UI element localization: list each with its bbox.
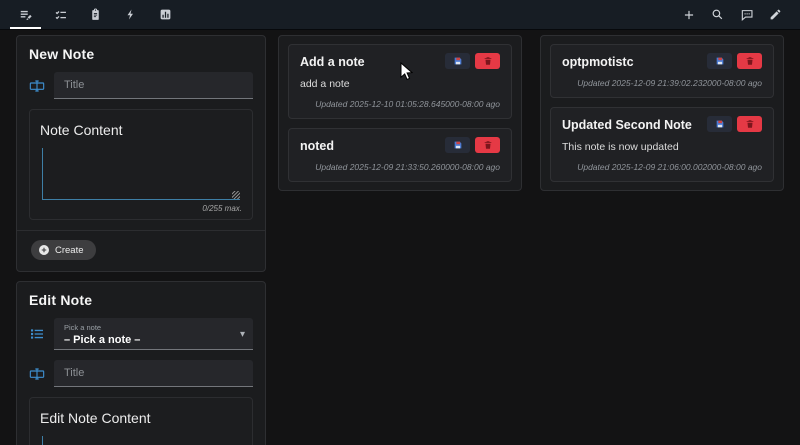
topbar-tabs: [10, 0, 177, 29]
save-icon: [453, 56, 463, 66]
bar-chart-icon: [159, 8, 172, 21]
note-card: noted Updated 2025-12-09 21:33:50.260000…: [288, 128, 512, 182]
note-updated: Updated 2025-12-10 01:05:28.645000-08:00…: [315, 99, 500, 109]
note-updated: Updated 2025-12-09 21:33:50.260000-08:00…: [315, 162, 500, 172]
edit-note-heading: Edit Note: [29, 292, 93, 308]
tab-clipboard[interactable]: [84, 0, 107, 29]
list-icon: [29, 326, 45, 342]
edit-button[interactable]: [765, 4, 786, 25]
note-delete-button[interactable]: [737, 116, 762, 132]
note-content-card: Note Content 0/255 max.: [29, 109, 253, 220]
edit-note-panel: Edit Note Pick a note – Pick a note – ▾: [16, 281, 266, 445]
note-picker-label: Pick a note: [64, 323, 102, 332]
note-save-button[interactable]: [445, 53, 470, 69]
edit-note-title-row: [29, 360, 253, 387]
tab-notes[interactable]: [10, 0, 41, 29]
save-icon: [715, 56, 725, 66]
char-counter: 0/255 max.: [202, 204, 242, 213]
note-updated: Updated 2025-12-09 21:06:00.002000-08:00…: [577, 162, 762, 172]
notes-panel-2: optpmotistc Updated 2025-12-09 21:39:02.…: [540, 35, 784, 191]
resize-handle-icon[interactable]: [232, 191, 240, 199]
topbar-actions: [678, 4, 786, 25]
topbar: [0, 0, 800, 30]
note-content-textarea[interactable]: [42, 148, 240, 200]
rename-icon: [29, 366, 45, 382]
note-body: This note is now updated: [562, 141, 679, 153]
note-picker-texts: Pick a note – Pick a note –: [64, 323, 240, 346]
new-note-title-field[interactable]: [54, 72, 253, 99]
edit-note-content-textarea[interactable]: [42, 436, 240, 445]
new-note-title-input[interactable]: [64, 79, 243, 91]
new-note-heading: New Note: [29, 46, 95, 62]
note-save-button[interactable]: [707, 116, 732, 132]
edit-note-title-field[interactable]: [54, 360, 253, 387]
pencil-icon: [769, 8, 782, 21]
note-save-button[interactable]: [707, 53, 732, 69]
notes-column-2: optpmotistc Updated 2025-12-09 21:39:02.…: [540, 35, 784, 200]
note-body: add a note: [300, 78, 350, 90]
note-delete-button[interactable]: [475, 53, 500, 69]
notes-panel-1: Add a note add a note Updated 2025-12-10…: [278, 35, 522, 191]
note-card: Add a note add a note Updated 2025-12-10…: [288, 44, 512, 119]
edit-note-content-card: Edit Note Content: [29, 397, 253, 445]
save-icon: [715, 119, 725, 129]
note-head: Add a note: [300, 53, 500, 69]
delete-icon: [745, 56, 755, 66]
create-button-label: Create: [55, 244, 84, 256]
delete-icon: [745, 119, 755, 129]
create-button[interactable]: Create: [31, 240, 96, 260]
tab-stats[interactable]: [154, 0, 177, 29]
tab-checklist[interactable]: [49, 0, 72, 29]
note-head: optpmotistc: [562, 53, 762, 69]
note-buttons: [445, 53, 500, 69]
note-delete-button[interactable]: [737, 53, 762, 69]
edit-note-content-label: Edit Note Content: [40, 410, 151, 426]
note-card: optpmotistc Updated 2025-12-09 21:39:02.…: [550, 44, 774, 98]
search-icon: [711, 8, 724, 21]
note-picker-select[interactable]: Pick a note – Pick a note – ▾: [54, 318, 253, 350]
note-card: Updated Second Note This note is now upd…: [550, 107, 774, 182]
edit-note-title-input[interactable]: [64, 367, 243, 379]
lightning-icon: [125, 8, 137, 21]
chat-icon: [740, 8, 754, 22]
circle-plus-icon: [38, 244, 50, 256]
note-save-button[interactable]: [445, 137, 470, 153]
forms-column: New Note Note Content 0/255 max.: [16, 35, 266, 445]
note-title: Updated Second Note: [562, 118, 692, 132]
rename-icon: [29, 78, 45, 94]
create-row: Create: [29, 231, 253, 267]
note-title: optpmotistc: [562, 55, 634, 69]
note-title: noted: [300, 139, 335, 153]
content-area: New Note Note Content 0/255 max.: [0, 30, 800, 445]
save-icon: [453, 140, 463, 150]
note-content-label: Note Content: [40, 122, 123, 138]
search-button[interactable]: [707, 4, 728, 25]
caret-down-icon: ▾: [239, 328, 245, 340]
add-button[interactable]: [678, 4, 699, 25]
note-updated: Updated 2025-12-09 21:39:02.232000-08:00…: [577, 78, 762, 88]
note-buttons: [445, 137, 500, 153]
new-note-title-row: [29, 72, 253, 99]
tab-flash[interactable]: [119, 0, 142, 29]
clipboard-icon: [89, 8, 102, 21]
note-buttons: [707, 53, 762, 69]
checklist-icon: [54, 8, 68, 22]
note-edit-icon: [19, 8, 33, 22]
delete-icon: [483, 56, 493, 66]
note-title: Add a note: [300, 55, 365, 69]
note-buttons: [707, 116, 762, 132]
note-head: noted: [300, 137, 500, 153]
notes-column-1: Add a note add a note Updated 2025-12-10…: [278, 35, 522, 200]
note-head: Updated Second Note: [562, 116, 762, 132]
plus-icon: [682, 8, 696, 22]
note-delete-button[interactable]: [475, 137, 500, 153]
feedback-button[interactable]: [736, 4, 757, 25]
note-picker-row: Pick a note – Pick a note – ▾: [29, 318, 253, 350]
delete-icon: [483, 140, 493, 150]
note-picker-value: – Pick a note –: [64, 334, 141, 346]
new-note-panel: New Note Note Content 0/255 max.: [16, 35, 266, 272]
